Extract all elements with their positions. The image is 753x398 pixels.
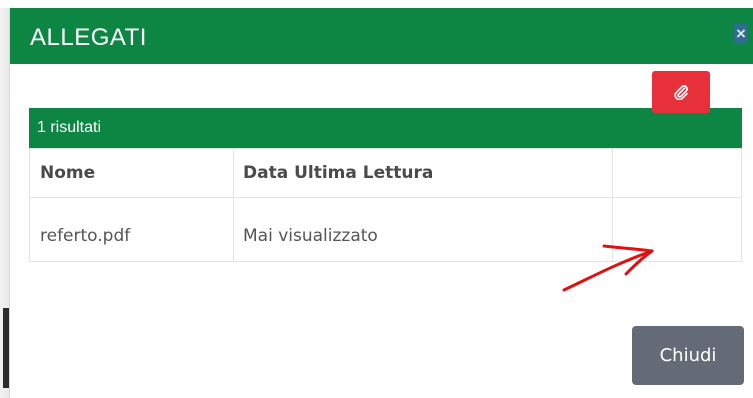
- attachments-modal: ALLEGATI × 1 risultati Nome Data Ultima …: [9, 8, 753, 398]
- open-attachment-button[interactable]: [652, 71, 710, 113]
- paperclip-icon: [674, 85, 688, 100]
- attachment-last-read: Mai visualizzato: [243, 226, 378, 246]
- annotation-arrow-icon: [562, 244, 654, 292]
- close-button[interactable]: Chiudi: [632, 326, 744, 385]
- header-row-divider: [30, 197, 741, 198]
- results-count-bar: 1 risultati: [29, 108, 742, 148]
- modal-title: ALLEGATI: [30, 24, 147, 51]
- close-icon[interactable]: ×: [734, 24, 748, 44]
- background-page-edge: [0, 8, 9, 398]
- column-header-name: Nome: [40, 163, 96, 183]
- modal-header: ALLEGATI ×: [10, 8, 753, 64]
- column-divider: [233, 149, 234, 261]
- column-header-last-read: Data Ultima Lettura: [243, 163, 434, 183]
- attachment-file-name: referto.pdf: [40, 226, 131, 246]
